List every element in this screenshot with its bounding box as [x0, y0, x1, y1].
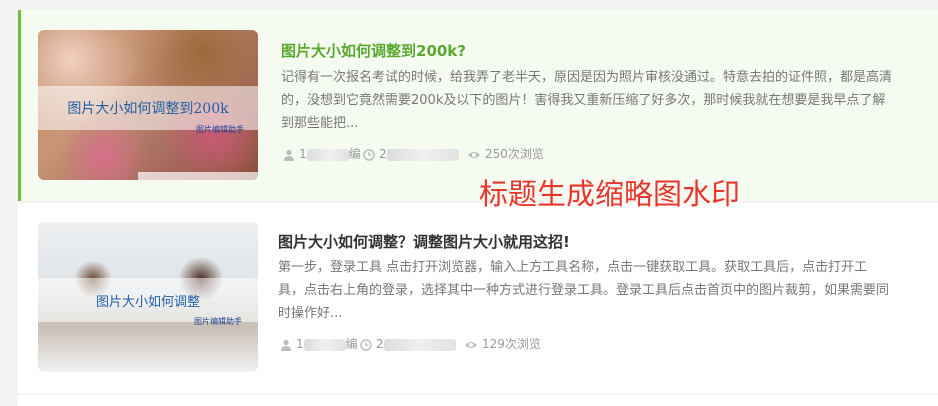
- thumbnail-title: 图片大小如何调整到200k: [67, 101, 229, 117]
- article-card[interactable]: 图片大小如何调整到200k 图片编辑助手 图片大小如何调整到200k? 记得有一…: [18, 10, 938, 201]
- article-excerpt: 第一步，登录工具 点击打开浏览器，输入上方工具名称，点击一键获取工具。获取工具后…: [278, 260, 890, 321]
- article-date: 2: [363, 146, 459, 162]
- author-suffix: 编: [348, 147, 361, 161]
- article-list: 图片大小如何调整到200k 图片编辑助手 图片大小如何调整到200k? 记得有一…: [18, 0, 938, 406]
- thumbnail-watermark: 图片编辑助手: [196, 125, 244, 134]
- date-text: 2: [379, 147, 387, 161]
- thumbnail-title: 图片大小如何调整: [95, 295, 200, 310]
- author-redaction: [306, 148, 349, 161]
- annotation-overlay: 标题生成缩略图水印: [479, 177, 741, 211]
- eye-icon: [468, 151, 480, 158]
- author-redaction: [303, 338, 346, 351]
- author-suffix: 编: [345, 337, 358, 351]
- article-card[interactable]: 图片大小如何调整 图片编辑助手 图片大小如何调整？调整图片大小就用这招! 第一步…: [18, 203, 938, 393]
- views-count: 129次浏览: [482, 337, 541, 351]
- article-author: 1编: [280, 336, 358, 352]
- date-redaction: [386, 148, 459, 161]
- thumbnail-redaction: [138, 172, 258, 180]
- user-icon: [284, 149, 294, 161]
- article-views: 129次浏览: [464, 336, 541, 352]
- user-icon: [281, 339, 291, 351]
- thumbnail-watermark: 图片编辑助手: [194, 317, 242, 326]
- author-name: 1: [299, 147, 307, 161]
- next-card-edge: [18, 395, 938, 406]
- author-name: 1: [296, 337, 304, 351]
- eye-icon: [465, 341, 477, 348]
- article-title[interactable]: 图片大小如何调整到200k?: [281, 40, 466, 61]
- article-date: 2: [360, 336, 456, 352]
- article-thumbnail[interactable]: 图片大小如何调整 图片编辑助手: [38, 222, 258, 372]
- article-views: 250次浏览: [467, 146, 544, 162]
- article-author: 1编: [283, 146, 361, 162]
- clock-icon: [363, 148, 375, 161]
- date-text: 2: [376, 337, 384, 351]
- article-excerpt: 记得有一次报名考试的时候，给我弄了老半天，原因是因为照片审核没通过。特意去拍的证…: [281, 70, 893, 131]
- article-title[interactable]: 图片大小如何调整？调整图片大小就用这招!: [278, 231, 570, 252]
- date-redaction: [383, 338, 456, 351]
- views-count: 250次浏览: [485, 147, 544, 161]
- clock-icon: [360, 338, 372, 351]
- article-thumbnail[interactable]: 图片大小如何调整到200k 图片编辑助手: [38, 30, 258, 180]
